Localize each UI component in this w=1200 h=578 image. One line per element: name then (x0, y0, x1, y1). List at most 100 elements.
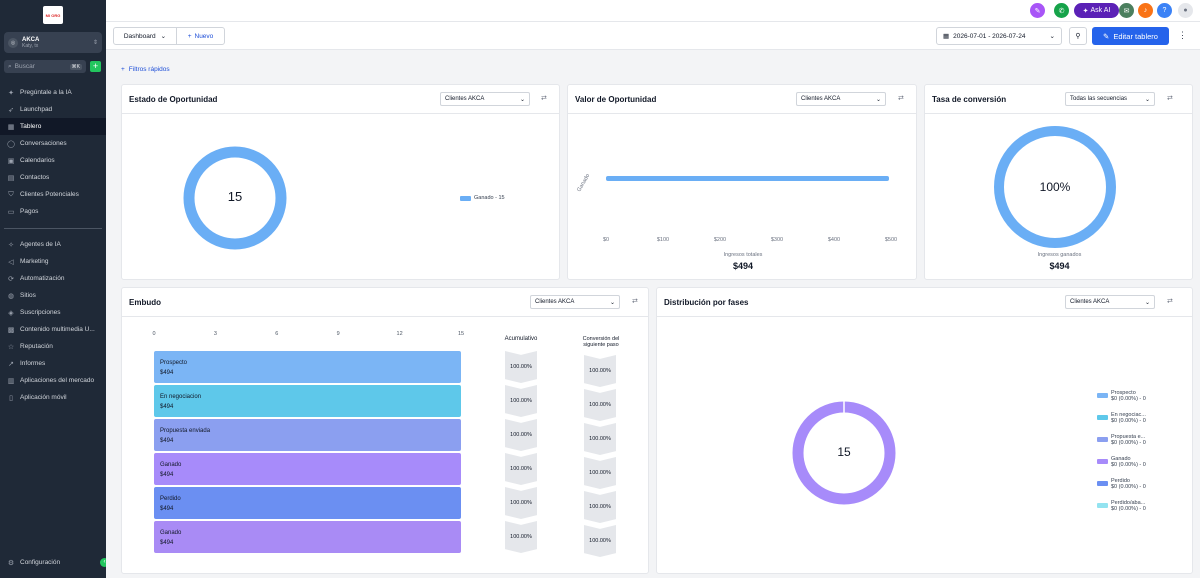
card-tasa-conversion: Tasa de conversión Todas las secuencias ⌄… (924, 84, 1193, 280)
sidebar-item-chart[interactable]: ↗ Informes (0, 355, 106, 372)
swap-icon[interactable]: ⇄ (541, 94, 547, 102)
conversion-chevron: 100.00% (584, 423, 616, 455)
swap-icon[interactable]: ⇄ (1167, 94, 1173, 102)
plus-icon: + (187, 32, 192, 40)
x-tick-label: 0 (152, 331, 156, 337)
chevron-updown-icon: ⇕ (92, 40, 98, 46)
legend-swatch (1097, 393, 1108, 398)
conversion-chevron: 100.00% (584, 389, 616, 421)
sidebar-item-sparkle[interactable]: ✦ Pregúntale a la IA (0, 84, 106, 101)
sidebar-item-funnel[interactable]: ⛉ Clientes Potenciales (0, 186, 106, 203)
funnel-stage-bar[interactable]: Ganado $494 (154, 521, 461, 553)
funnel-stage-bar[interactable]: Prospecto $494 (154, 351, 461, 383)
swap-icon[interactable]: ⇄ (898, 94, 904, 102)
sidebar-item-chat[interactable]: ◯ Conversaciones (0, 135, 106, 152)
sidebar-item-megaphone[interactable]: ◁ Marketing (0, 253, 106, 270)
avatar[interactable]: ● (1178, 3, 1193, 18)
main-content: ✎ ✆ ✦ Ask AI ✉ ♪ ? ● Dashboard ⌄ + Nuevo ▦ … (106, 0, 1200, 578)
legend-item[interactable]: Prospecto $0 (0.00%) - 0 (1097, 390, 1146, 402)
stage-name: Propuesta enviada (160, 428, 211, 434)
legend-item[interactable]: En negociac... $0 (0.00%) - 0 (1097, 412, 1146, 424)
filter-dropdown[interactable]: Clientes AKCA ⌄ (1065, 295, 1155, 309)
new-dashboard-button[interactable]: + Nuevo (177, 28, 224, 44)
sidebar-item-rocket[interactable]: ➶ Launchpad (0, 101, 106, 118)
footer-value: $494 (732, 261, 754, 271)
pencil-icon: ✎ (1103, 31, 1110, 41)
account-name: AKCA (22, 36, 40, 43)
legend-text: Prospecto $0 (0.00%) - 0 (1111, 390, 1146, 402)
stage-name: Prospecto (160, 360, 188, 366)
company-logo[interactable]: MI ORG (43, 6, 63, 24)
bar-ganado[interactable] (606, 176, 889, 181)
bell-icon[interactable]: ♪ (1138, 3, 1153, 18)
filter-dropdown[interactable]: Clientes AKCA ⌄ (796, 92, 886, 106)
filter-dropdown[interactable]: Clientes AKCA ⌄ (530, 295, 620, 309)
legend-item[interactable]: Ganado - 15 (460, 195, 505, 201)
swap-icon[interactable]: ⇄ (1167, 297, 1173, 305)
cumulative-chevron: 100.00% (505, 419, 537, 451)
sidebar-item-contacts[interactable]: ▤ Contactos (0, 169, 106, 186)
gear-icon: ⚙ (7, 559, 15, 567)
globe-icon: ◍ (7, 292, 15, 300)
sidebar-item-automation[interactable]: ⟳ Automatización (0, 270, 106, 287)
filter-dropdown[interactable]: Todas las secuencias ⌄ (1065, 92, 1155, 106)
funnel-stage-bar[interactable]: Perdido $494 (154, 487, 461, 519)
sidebar-item-label: Clientes Potenciales (20, 191, 79, 198)
ask-ai-label: Ask AI (1090, 7, 1111, 14)
search-icon: ⌕ (8, 62, 12, 70)
sidebar-item-settings[interactable]: ⚙ Configuración (0, 554, 106, 571)
funnel-stage-bar[interactable]: Propuesta enviada $494 (154, 419, 461, 451)
chevron-down-icon: ⌄ (519, 96, 525, 103)
legend-swatch (1097, 415, 1108, 420)
phone-icon[interactable]: ✆ (1054, 3, 1069, 18)
funnel-stage-bar[interactable]: En negociacion $494 (154, 385, 461, 417)
legend-item[interactable]: Propuesta e... $0 (0.00%) - 0 (1097, 434, 1146, 446)
swap-icon[interactable]: ⇄ (632, 297, 638, 305)
legend-item[interactable]: Perdido/aba... $0 (0.00%) - 0 (1097, 500, 1146, 512)
edit-dashboard-button[interactable]: ✎ Editar tablero (1092, 27, 1169, 45)
quick-add-button[interactable]: + (90, 61, 101, 72)
account-switcher[interactable]: ◎ AKCA Katy, tx ⇕ (4, 32, 102, 53)
legend-item[interactable]: Ganado $0 (0.00%) - 0 (1097, 456, 1146, 468)
donut-center-value: 100% (1039, 180, 1071, 194)
sidebar-divider (4, 228, 102, 229)
search-input[interactable]: ⌕ Buscar ⌘K (4, 60, 86, 73)
sidebar-item-payments[interactable]: ▭ Pagos (0, 203, 106, 220)
sidebar-item-label: Calendarios (20, 157, 55, 164)
funnel-stage-bar[interactable]: Ganado $494 (154, 453, 461, 485)
card-title: Valor de Oportunidad (575, 95, 657, 104)
conversion-chevron: 100.00% (584, 525, 616, 557)
filter-value: Clientes AKCA (445, 96, 485, 102)
filter-value: Clientes AKCA (535, 299, 575, 305)
x-tick-label: $500 (884, 237, 898, 243)
legend-swatch (1097, 503, 1108, 508)
sidebar-item-globe[interactable]: ◍ Sitios (0, 287, 106, 304)
sidebar-item-mobile[interactable]: ▯ Aplicación móvil (0, 389, 106, 406)
sidebar-item-star[interactable]: ☆ Reputación (0, 338, 106, 355)
sidebar-item-apps[interactable]: ▥ Aplicaciones del mercado (0, 372, 106, 389)
date-range-picker[interactable]: ▦ 2026-07-01 - 2026-07-24 ⌄ (936, 27, 1062, 45)
filter-value: Clientes AKCA (1070, 299, 1110, 305)
dashboard-icon: ▦ (7, 123, 15, 131)
help-icon[interactable]: ? (1157, 3, 1172, 18)
sidebar-item-media[interactable]: ▩ Contenido multimedia U... (0, 321, 106, 338)
x-tick-label: 15 (457, 331, 465, 337)
chevron-down-icon: ⌄ (160, 33, 167, 40)
quick-filters-button[interactable]: + Filtros rápidos (121, 66, 170, 73)
sidebar-item-calendar[interactable]: ▣ Calendarios (0, 152, 106, 169)
magic-wand-button[interactable]: ⚲ (1069, 27, 1087, 45)
ask-ai-button[interactable]: ✦ Ask AI (1074, 3, 1119, 18)
sidebar-item-label: Suscripciones (20, 309, 61, 316)
filter-dropdown[interactable]: Clientes AKCA ⌄ (440, 92, 530, 106)
megaphone-icon[interactable]: ✉ (1119, 3, 1134, 18)
legend-item[interactable]: Perdido $0 (0.00%) - 0 (1097, 478, 1146, 490)
translate-icon[interactable]: ✎ (1030, 3, 1045, 18)
sidebar-item-robot[interactable]: ✧ Agentes de IA (0, 236, 106, 253)
sidebar-item-dashboard[interactable]: ▦ Tablero (0, 118, 106, 135)
more-options-icon[interactable]: ⋮ (1178, 30, 1187, 41)
conversion-value: 100.00% (589, 368, 611, 374)
dashboard-dropdown[interactable]: Dashboard ⌄ (114, 28, 177, 44)
sidebar-item-subscription[interactable]: ◈ Suscripciones (0, 304, 106, 321)
apps-icon: ▥ (7, 377, 15, 385)
stage-value: $494 (160, 506, 174, 512)
